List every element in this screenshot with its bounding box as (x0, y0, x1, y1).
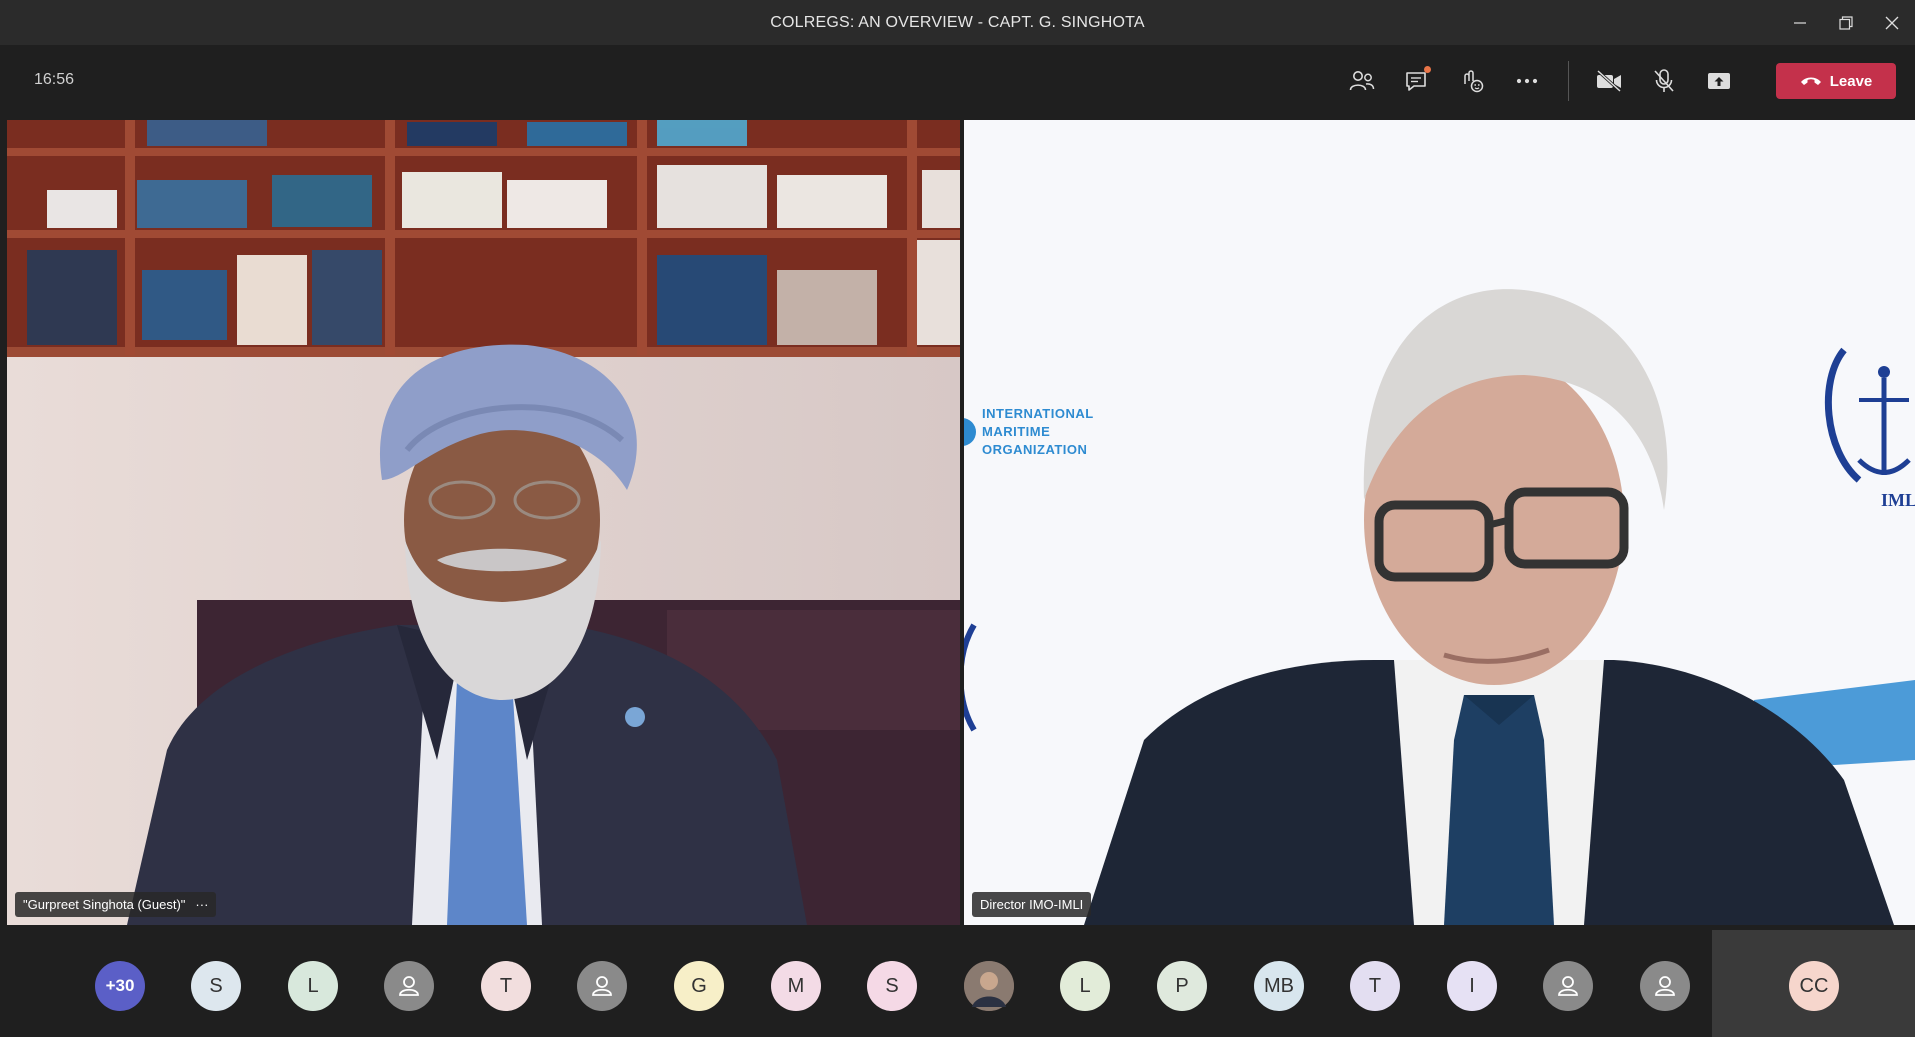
meeting-toolbar: 16:56 Leave (0, 45, 1915, 118)
participant-avatar[interactable] (1640, 961, 1690, 1011)
participant-initials: S (209, 974, 223, 997)
close-icon[interactable] (1869, 0, 1915, 45)
participant-name: Director IMO-IMLI (980, 897, 1084, 912)
participant-initials: I (1469, 974, 1475, 997)
participant-avatar[interactable] (964, 961, 1014, 1011)
video-tile-gurpreet-singhota[interactable]: "Gurpreet Singhota (Guest)" ··· (7, 120, 960, 925)
leave-label: Leave (1829, 72, 1873, 90)
participant-name: "Gurpreet Singhota (Guest)" (23, 897, 186, 912)
camera-off-icon[interactable] (1587, 59, 1631, 103)
logo-line-1: INTERNATIONAL (982, 406, 1094, 421)
restore-icon[interactable] (1823, 0, 1869, 45)
self-view-panel: CC (1712, 930, 1915, 1037)
reactions-icon[interactable] (1450, 59, 1494, 103)
person-icon (399, 976, 419, 996)
participant-video-feed (964, 120, 1915, 925)
participant-initials: L (1079, 974, 1091, 997)
person-icon (1558, 976, 1578, 996)
video-tile-director-imo-imli[interactable]: INTERNATIONAL MARITIME ORGANIZATION IMLI… (964, 120, 1915, 925)
unread-badge (1424, 66, 1431, 73)
toolbar-divider (1568, 61, 1569, 101)
meeting-clock: 16:56 (34, 71, 75, 88)
title-bar: COLREGS: AN OVERVIEW - CAPT. G. SINGHOTA (0, 0, 1915, 45)
participant-initials: MB (1264, 974, 1294, 997)
participant-avatar[interactable]: S (867, 961, 917, 1011)
participant-avatar[interactable]: T (1350, 961, 1400, 1011)
window-controls (1777, 0, 1915, 45)
leave-button[interactable]: Leave (1776, 63, 1896, 99)
participant-avatar[interactable] (1543, 961, 1593, 1011)
self-avatar[interactable]: CC (1789, 961, 1839, 1011)
participant-avatar[interactable]: G (674, 961, 724, 1011)
more-options-icon[interactable] (1505, 59, 1549, 103)
participant-initials: T (1368, 974, 1382, 997)
participant-name-tag: "Gurpreet Singhota (Guest)" ··· (15, 892, 217, 917)
participant-name-tag: Director IMO-IMLI (972, 892, 1092, 917)
participant-avatar[interactable] (384, 961, 434, 1011)
participant-avatar[interactable]: T (481, 961, 531, 1011)
self-initials: CC (1799, 974, 1829, 997)
participant-video-feed (7, 120, 960, 925)
participant-initials: S (885, 974, 899, 997)
participant-initials: M (787, 974, 805, 997)
participant-avatar[interactable]: M (771, 961, 821, 1011)
imli-logo-text: IMLI (1881, 490, 1915, 510)
logo-line-2: MARITIME (982, 424, 1051, 439)
participant-avatar[interactable]: L (1060, 961, 1110, 1011)
participant-avatar[interactable]: L (288, 961, 338, 1011)
participants-icon[interactable] (1340, 59, 1384, 103)
imo-logo-text: INTERNATIONAL MARITIME ORGANIZATION (982, 405, 1094, 459)
phone-hangup-icon (1800, 77, 1821, 85)
participant-initials: T (499, 974, 513, 997)
mic-off-icon[interactable] (1642, 59, 1686, 103)
minimize-icon[interactable] (1777, 0, 1823, 45)
participant-initials: L (307, 974, 319, 997)
profile-photo-icon (964, 961, 1014, 1011)
person-icon (1655, 976, 1675, 996)
logo-line-3: ORGANIZATION (982, 442, 1088, 457)
participant-avatar[interactable]: P (1157, 961, 1207, 1011)
participant-avatar[interactable]: I (1447, 961, 1497, 1011)
meeting-controls (1340, 59, 1752, 103)
participant-strip: +30 S L T G M S L P MB T I CC (0, 930, 1915, 1037)
share-screen-icon[interactable] (1697, 59, 1741, 103)
window-title: COLREGS: AN OVERVIEW - CAPT. G. SINGHOTA (770, 13, 1145, 31)
participant-initials: P (1175, 974, 1189, 997)
person-icon (592, 976, 612, 996)
participant-avatar[interactable]: MB (1254, 961, 1304, 1011)
participant-avatar[interactable] (577, 961, 627, 1011)
participant-avatar[interactable]: S (191, 961, 241, 1011)
participant-initials: G (691, 974, 707, 997)
overflow-participants-button[interactable]: +30 (95, 961, 145, 1011)
participant-more-options[interactable]: ··· (195, 897, 208, 912)
chat-icon[interactable] (1395, 59, 1439, 103)
